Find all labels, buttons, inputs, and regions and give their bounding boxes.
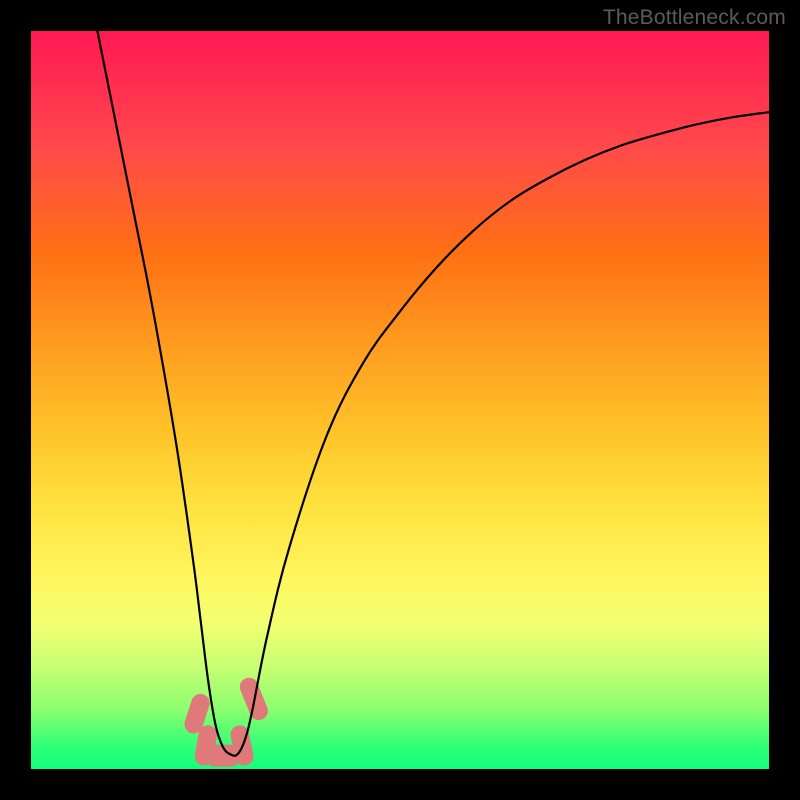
watermark-text: TheBottleneck.com xyxy=(603,6,786,30)
chart-plot-area xyxy=(31,31,769,769)
bottleneck-curve xyxy=(97,31,769,756)
chart-svg xyxy=(31,31,769,769)
chart-frame: TheBottleneck.com xyxy=(0,0,800,800)
